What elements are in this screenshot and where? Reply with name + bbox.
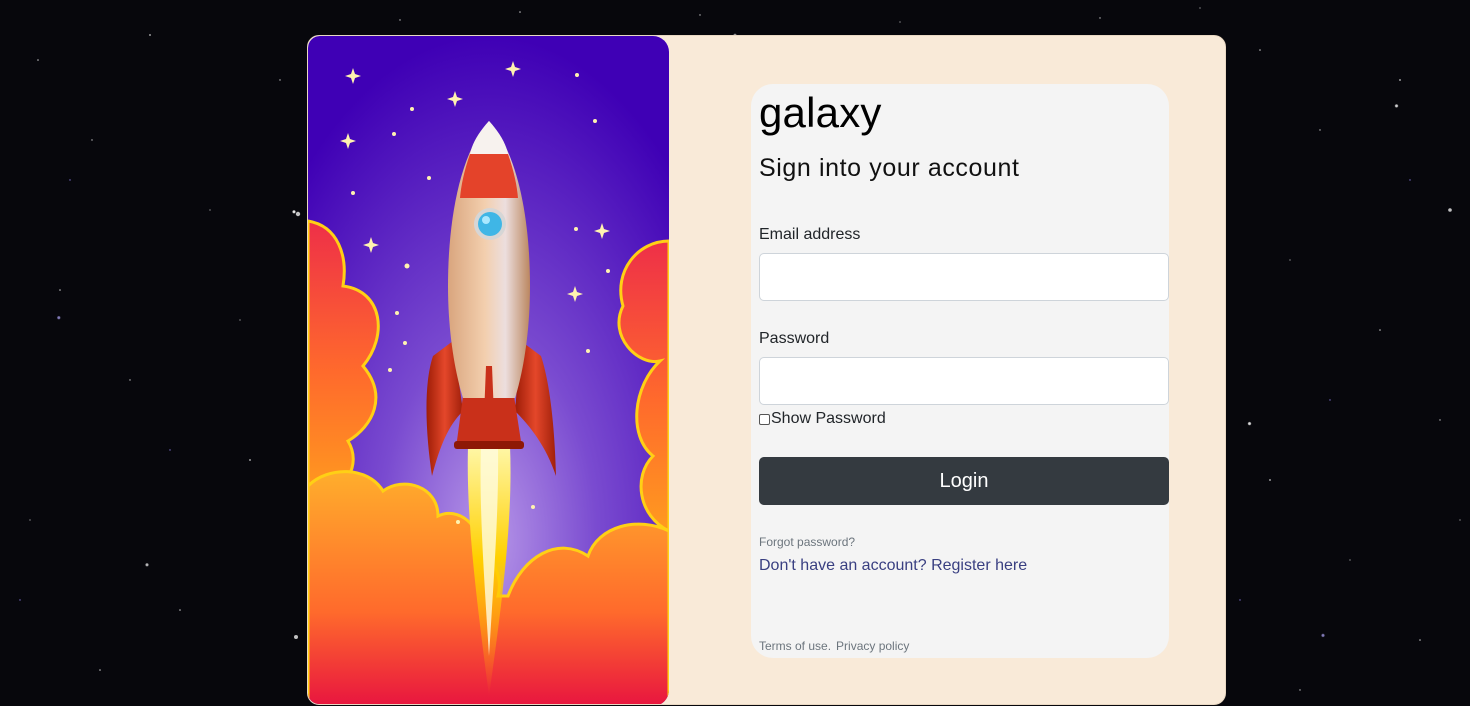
terms-link[interactable]: Terms of use. bbox=[759, 639, 831, 653]
show-password-label[interactable]: Show Password bbox=[771, 410, 886, 428]
brand-title: galaxy bbox=[759, 89, 882, 136]
login-form-panel: galaxy Sign into your account Email addr… bbox=[751, 84, 1169, 658]
forgot-password-link[interactable]: Forgot password? bbox=[759, 535, 855, 549]
login-card: galaxy Sign into your account Email addr… bbox=[307, 35, 1226, 705]
form-subtitle: Sign into your account bbox=[759, 154, 1020, 182]
email-field[interactable] bbox=[759, 253, 1169, 301]
privacy-link[interactable]: Privacy policy bbox=[836, 639, 909, 653]
footer-links: Terms of use. Privacy policy bbox=[759, 639, 909, 653]
show-password-row: Show Password bbox=[759, 410, 886, 428]
register-prefix-text: Don't have an account? bbox=[759, 557, 932, 574]
email-label: Email address bbox=[759, 226, 861, 243]
register-link[interactable]: Register here bbox=[931, 557, 1027, 574]
register-prompt: Don't have an account? Register here bbox=[759, 557, 1027, 575]
password-label: Password bbox=[759, 330, 830, 347]
password-field[interactable] bbox=[759, 357, 1169, 405]
login-button[interactable]: Login bbox=[759, 457, 1169, 505]
rocket-illustration bbox=[308, 36, 669, 704]
show-password-checkbox[interactable] bbox=[759, 413, 770, 425]
